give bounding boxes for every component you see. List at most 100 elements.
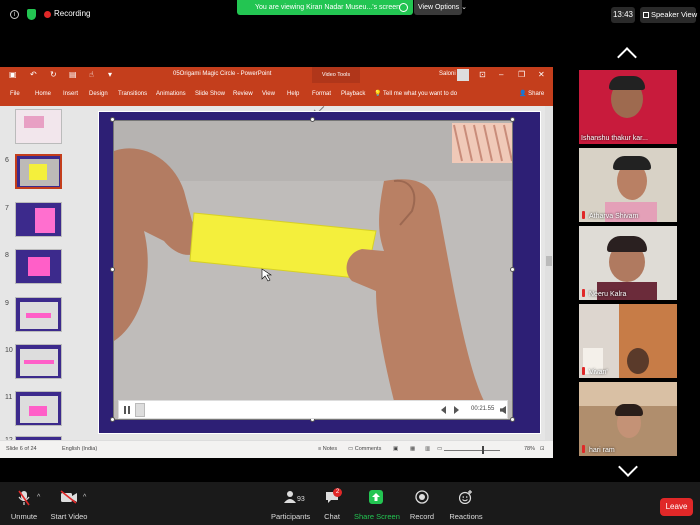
recording-label: Recording xyxy=(54,9,91,18)
slide-thumbnail-10[interactable] xyxy=(15,344,62,379)
start-presentation-icon[interactable]: ▤ xyxy=(69,70,77,79)
minimize-icon[interactable]: – xyxy=(499,70,503,79)
tab-format[interactable]: Format xyxy=(312,91,331,97)
touch-mode-icon[interactable]: ☝ xyxy=(89,70,94,79)
skip-forward-icon[interactable] xyxy=(454,406,459,414)
video-options-caret-icon[interactable]: ^ xyxy=(83,494,86,501)
pause-icon[interactable] xyxy=(124,406,130,414)
audio-options-caret-icon[interactable]: ^ xyxy=(37,494,40,501)
normal-view-icon[interactable]: ▣ xyxy=(393,446,398,452)
reactions-button[interactable]: Reactions xyxy=(447,482,485,525)
ribbon-display-icon[interactable]: ⊡ xyxy=(479,70,486,79)
slide-thumbnail-8[interactable] xyxy=(15,249,62,284)
record-icon xyxy=(415,490,429,504)
meeting-toolbar: Unmute ^ Start Video ^ 93 Participants 2… xyxy=(0,482,700,525)
slide-vertical-scrollbar[interactable] xyxy=(545,106,553,446)
video-time: 00:21.55 xyxy=(471,406,495,412)
unmute-button[interactable]: Unmute xyxy=(8,482,40,525)
tab-view[interactable]: View xyxy=(262,91,275,97)
slide-thumbnail-7[interactable] xyxy=(15,202,62,237)
tab-animations[interactable]: Animations xyxy=(156,91,186,97)
notes-button[interactable]: ≡ Notes xyxy=(318,446,337,452)
zoom-slider-knob[interactable] xyxy=(482,446,484,454)
speaker-view-button[interactable]: Speaker View xyxy=(640,7,698,23)
slide-thumbnail-9[interactable] xyxy=(15,297,62,332)
participants-button[interactable]: 93 Participants xyxy=(271,482,310,525)
document-title: 05Origami Magic Circle - PowerPoint xyxy=(173,71,272,77)
tab-slide-show[interactable]: Slide Show xyxy=(195,91,225,97)
redo-icon[interactable]: ↻ xyxy=(50,70,57,79)
resize-handle-l[interactable] xyxy=(110,267,115,272)
tab-home[interactable]: Home xyxy=(35,91,51,97)
start-video-label: Start Video xyxy=(50,512,88,521)
resize-handle-bl[interactable] xyxy=(110,417,115,422)
zoom-level[interactable]: 78% xyxy=(524,446,535,452)
tell-me-search[interactable]: 💡 Tell me what you want to do xyxy=(374,90,457,97)
tab-review[interactable]: Review xyxy=(233,91,253,97)
participant-tile[interactable]: Neeru Kalra xyxy=(579,226,677,300)
save-icon[interactable]: ▣ xyxy=(9,70,17,79)
reading-view-icon[interactable]: ▥ xyxy=(425,446,430,452)
folded-paper-decoration xyxy=(452,123,512,163)
share-screen-button[interactable]: Share Screen xyxy=(354,482,400,525)
start-video-button[interactable]: Start Video xyxy=(50,482,88,525)
ppt-status-bar: Slide 6 of 24 English (India) ≡ Notes ▭ … xyxy=(0,440,553,458)
seek-bar[interactable] xyxy=(135,403,145,417)
tab-design[interactable]: Design xyxy=(89,91,108,97)
slideshow-view-icon[interactable]: ▭ xyxy=(437,446,442,452)
record-button[interactable]: Record xyxy=(406,482,438,525)
unmute-label: Unmute xyxy=(10,512,38,521)
chat-label: Chat xyxy=(324,512,340,521)
user-name[interactable]: Saloni xyxy=(439,71,456,77)
user-avatar[interactable] xyxy=(457,69,469,81)
leave-button[interactable]: Leave xyxy=(660,498,693,516)
share-button[interactable]: 👤 Share xyxy=(519,90,544,97)
banner-info-icon[interactable] xyxy=(399,3,408,12)
share-screen-icon xyxy=(369,490,383,504)
tab-insert[interactable]: Insert xyxy=(63,91,78,97)
muted-mic-icon xyxy=(582,211,585,219)
tab-transitions[interactable]: Transitions xyxy=(118,91,147,97)
chat-button[interactable]: 2 Chat xyxy=(318,482,346,525)
security-shield-icon[interactable] xyxy=(27,9,36,20)
participant-name: Atharva Shivam xyxy=(589,213,639,220)
slide-number-9: 9 xyxy=(5,300,9,307)
scrollbar-thumb[interactable] xyxy=(546,256,552,266)
customize-toolbar-icon[interactable]: ▾ xyxy=(108,70,112,79)
view-options-button[interactable]: View Options ⌄ xyxy=(414,0,467,15)
speaker-view-label: Speaker View xyxy=(651,10,698,19)
resize-handle-r[interactable] xyxy=(510,267,515,272)
scroll-up-chevron-icon[interactable] xyxy=(617,47,637,67)
zoom-slider[interactable] xyxy=(444,450,500,451)
resize-handle-tl[interactable] xyxy=(110,117,115,122)
participant-tile[interactable]: Vivan' xyxy=(579,304,677,378)
participant-tile[interactable]: hari ram xyxy=(579,382,677,456)
participant-tile[interactable]: Ishanshu thakur kar... xyxy=(579,70,677,144)
tab-file[interactable]: File xyxy=(10,91,20,97)
tab-playback[interactable]: Playback xyxy=(341,91,365,97)
ppt-title-bar: ▣ ↶ ↻ ▤ ☝ ▾ 05Origami Magic Circle - Pow… xyxy=(0,67,553,83)
slide-sorter-icon[interactable]: ▦ xyxy=(410,446,415,452)
language-indicator[interactable]: English (India) xyxy=(62,446,97,452)
comments-button[interactable]: ▭ Comments xyxy=(348,446,381,452)
fit-slide-icon[interactable]: ⊡ xyxy=(540,446,545,452)
maximize-icon[interactable]: ❐ xyxy=(518,70,525,79)
undo-icon[interactable]: ↶ xyxy=(30,70,37,79)
zoom-top-bar: i Recording You are viewing Kiran Nadar … xyxy=(0,0,700,30)
skip-back-icon[interactable] xyxy=(441,406,446,414)
resize-handle-t[interactable] xyxy=(310,117,315,122)
resize-handle-br[interactable] xyxy=(510,417,515,422)
slide-thumbnail-5[interactable] xyxy=(15,109,62,144)
smiley-plus-icon xyxy=(459,490,472,504)
participant-tile[interactable]: Atharva Shivam xyxy=(579,148,677,222)
slide-thumbnail-6[interactable] xyxy=(15,154,62,189)
embedded-video[interactable] xyxy=(113,120,513,420)
video-off-icon xyxy=(60,490,77,504)
info-icon[interactable]: i xyxy=(10,10,19,19)
close-icon[interactable]: ✕ xyxy=(538,70,545,79)
resize-handle-tr[interactable] xyxy=(510,117,515,122)
tab-help[interactable]: Help xyxy=(287,91,299,97)
slide-thumbnail-11[interactable] xyxy=(15,391,62,426)
scroll-down-chevron-icon[interactable] xyxy=(618,457,638,477)
volume-icon[interactable] xyxy=(500,406,506,414)
